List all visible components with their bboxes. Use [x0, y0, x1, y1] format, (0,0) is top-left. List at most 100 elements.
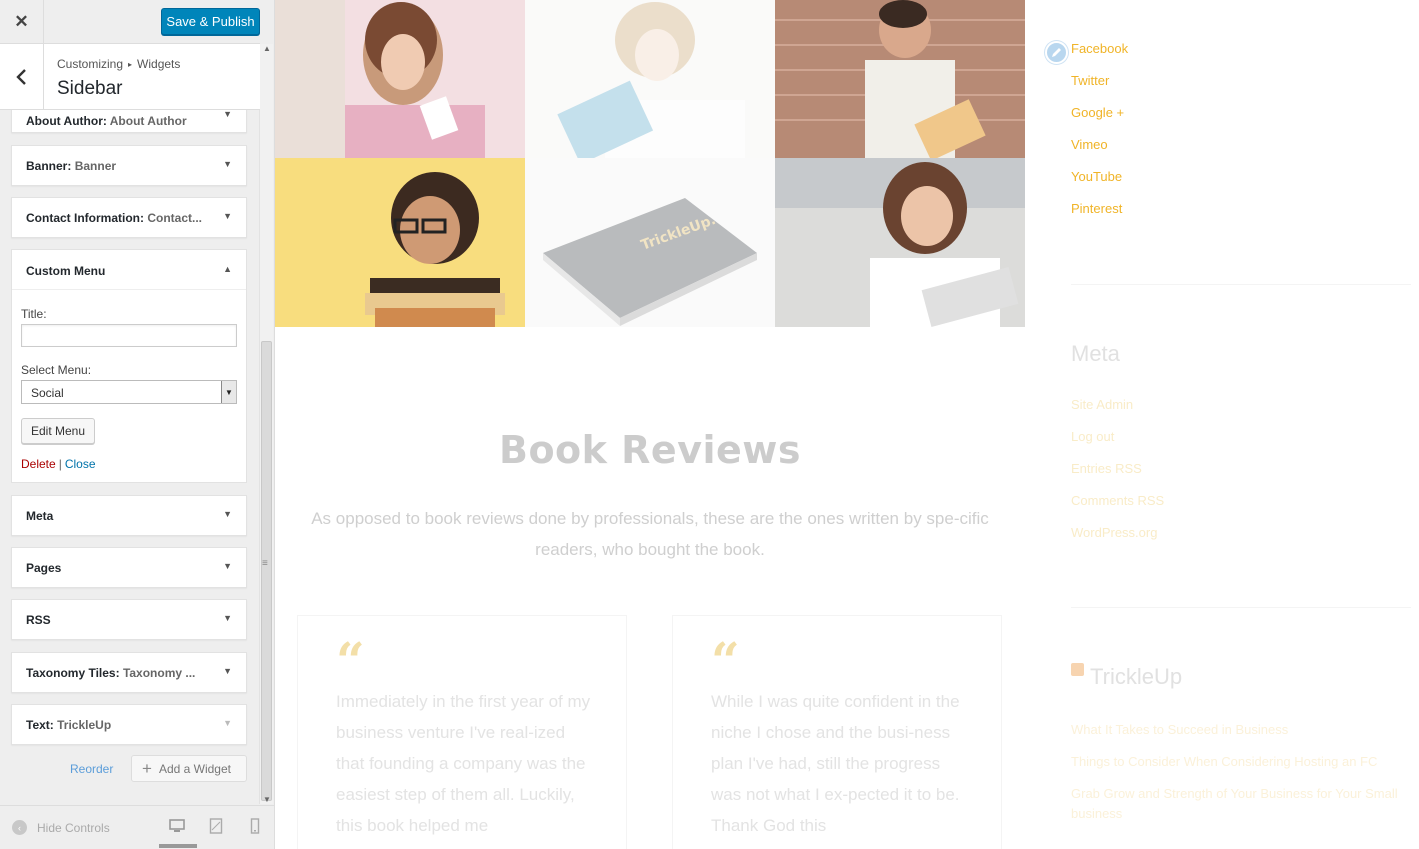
social-link-pinterest[interactable]: Pinterest	[1071, 200, 1128, 232]
social-link-google-plus[interactable]: Google +	[1071, 104, 1128, 136]
widget-name: Custom Menu	[26, 264, 106, 278]
title-input[interactable]	[21, 324, 237, 347]
pencil-icon[interactable]	[1045, 41, 1068, 64]
review-card: “ While I was quite confident in the nic…	[672, 615, 1002, 849]
widget-pages[interactable]: Pages ▼	[11, 547, 247, 588]
meta-link[interactable]: Log out	[1071, 428, 1164, 460]
widget-name: Banner:	[26, 159, 72, 173]
rss-links: What It Takes to Succeed in Business Thi…	[1071, 720, 1411, 836]
select-menu-dropdown[interactable]: Social ▼	[21, 380, 237, 404]
rss-link[interactable]: Grab Grow and Strength of Your Business …	[1071, 784, 1411, 824]
title-label: Title:	[21, 307, 47, 321]
select-menu-value: Social	[31, 386, 64, 400]
customizer-sidebar: ✕ Save & Publish Customizing ▸ Widgets Sid…	[0, 0, 275, 849]
hide-controls-button[interactable]: ‹ Hide Controls	[12, 820, 110, 835]
collapse-icon: ‹	[12, 820, 27, 835]
hide-controls-label: Hide Controls	[37, 820, 110, 835]
sidebar-divider	[1071, 284, 1411, 285]
caret-down-icon: ▼	[223, 509, 232, 519]
widget-name: Contact Information:	[26, 211, 144, 225]
widget-custom-menu: Custom Menu ▲ Title: Select Menu: Social…	[11, 249, 247, 483]
reorder-link[interactable]: Reorder	[70, 762, 113, 776]
meta-link[interactable]: WordPress.org	[1071, 524, 1164, 556]
photo-tile-reader-4	[275, 158, 525, 327]
caret-down-icon: ▼	[223, 211, 232, 221]
back-button[interactable]	[0, 44, 44, 109]
meta-widget-title: Meta	[1071, 341, 1120, 366]
close-icon: ✕	[14, 12, 29, 31]
review-card: “ Immediately in the first year of my bu…	[297, 615, 627, 849]
tablet-icon[interactable]	[208, 818, 224, 834]
resize-handle-icon[interactable]: ≡	[262, 558, 268, 569]
meta-link[interactable]: Entries RSS	[1071, 460, 1164, 492]
breadcrumb-leaf: Widgets	[137, 57, 181, 71]
widget-name: Taxonomy Tiles:	[26, 666, 120, 680]
meta-link[interactable]: Site Admin	[1071, 396, 1164, 428]
widget-subtitle: TrickleUp	[57, 718, 112, 732]
widget-subtitle: About Author	[109, 114, 187, 128]
quote-icon: “	[336, 631, 365, 690]
sidebar-scrollbar[interactable]: ▲ ▼	[259, 44, 273, 804]
photo-tile-reader-3	[775, 0, 1025, 158]
section-header: Customizing ▸ Widgets Sidebar	[0, 44, 260, 110]
meta-link[interactable]: Comments RSS	[1071, 492, 1164, 524]
desktop-icon[interactable]	[169, 818, 185, 834]
sidebar-divider	[1071, 607, 1411, 608]
customizer-header: ✕ Save & Publish	[0, 0, 260, 44]
rss-link[interactable]: Things to Consider When Considering Host…	[1071, 752, 1411, 772]
widget-name: Pages	[26, 561, 62, 575]
mobile-icon[interactable]	[247, 818, 263, 834]
breadcrumb-separator-icon: ▸	[128, 60, 133, 69]
social-link-vimeo[interactable]: Vimeo	[1071, 136, 1128, 168]
breadcrumb-root: Customizing	[57, 57, 124, 71]
dropdown-arrow-icon: ▼	[221, 381, 236, 403]
scrollbar-thumb[interactable]	[261, 341, 272, 801]
scroll-down-icon[interactable]: ▼	[263, 795, 271, 804]
save-publish-button[interactable]: Save & Publish	[161, 8, 260, 35]
caret-down-icon: ▼	[223, 561, 232, 571]
widget-taxonomy-tiles[interactable]: Taxonomy Tiles: Taxonomy ... ▼	[11, 652, 247, 693]
caret-down-icon: ▼	[223, 666, 232, 676]
social-link-facebook[interactable]: Facebook	[1071, 40, 1128, 72]
actions-separator: |	[58, 457, 62, 471]
site-preview: TrickleUp. Book Reviews As opposed to bo…	[275, 0, 1419, 849]
widget-text[interactable]: Text: TrickleUp ▼	[11, 704, 247, 745]
meta-links: Site Admin Log out Entries RSS Comments …	[1071, 396, 1164, 556]
widget-name: Text:	[26, 718, 54, 732]
widget-actions: Delete | Close	[21, 457, 96, 471]
social-link-twitter[interactable]: Twitter	[1071, 72, 1128, 104]
rss-link[interactable]: What It Takes to Succeed in Business	[1071, 720, 1411, 740]
social-link-youtube[interactable]: YouTube	[1071, 168, 1128, 200]
section-title: Sidebar	[57, 78, 123, 99]
photo-tile-reader-1	[275, 0, 525, 158]
caret-up-icon: ▲	[223, 264, 232, 274]
rss-widget-title: TrickleUp	[1090, 664, 1183, 689]
social-menu: Facebook Twitter Google + Vimeo YouTube …	[1071, 40, 1128, 232]
caret-down-icon: ▼	[223, 718, 232, 728]
caret-down-icon: ▼	[223, 109, 232, 119]
book-reviews-subtitle: As opposed to book reviews done by profe…	[311, 509, 989, 559]
delete-widget-link[interactable]: Delete	[21, 457, 56, 471]
quote-icon: “	[711, 631, 740, 690]
customizer-footer: ‹ Hide Controls	[0, 805, 274, 849]
rss-icon	[1071, 663, 1084, 676]
widget-subtitle: Banner	[74, 159, 117, 173]
widget-name: Meta	[26, 509, 54, 523]
widget-name: RSS	[26, 613, 51, 627]
photo-tile-reader-6	[775, 158, 1025, 327]
widget-meta[interactable]: Meta ▼	[11, 495, 247, 536]
add-widget-button[interactable]: + Add a Widget	[131, 755, 247, 782]
photo-tile-reader-2	[525, 0, 775, 158]
widget-contact-information[interactable]: Contact Information: Contact... ▼	[11, 197, 247, 238]
widget-banner[interactable]: Banner: Banner ▼	[11, 145, 247, 186]
widget-custom-menu-header[interactable]: Custom Menu ▲	[12, 250, 246, 290]
edit-menu-button[interactable]: Edit Menu	[21, 418, 95, 444]
close-customizer-button[interactable]: ✕	[0, 0, 44, 44]
caret-down-icon: ▼	[223, 159, 232, 169]
scroll-up-icon[interactable]: ▲	[263, 44, 271, 53]
widget-rss[interactable]: RSS ▼	[11, 599, 247, 640]
close-widget-link[interactable]: Close	[65, 457, 96, 471]
review-text: Immediately in the first year of my busi…	[336, 692, 591, 835]
breadcrumb: Customizing ▸ Widgets	[57, 57, 180, 71]
select-menu-label: Select Menu:	[21, 363, 92, 377]
